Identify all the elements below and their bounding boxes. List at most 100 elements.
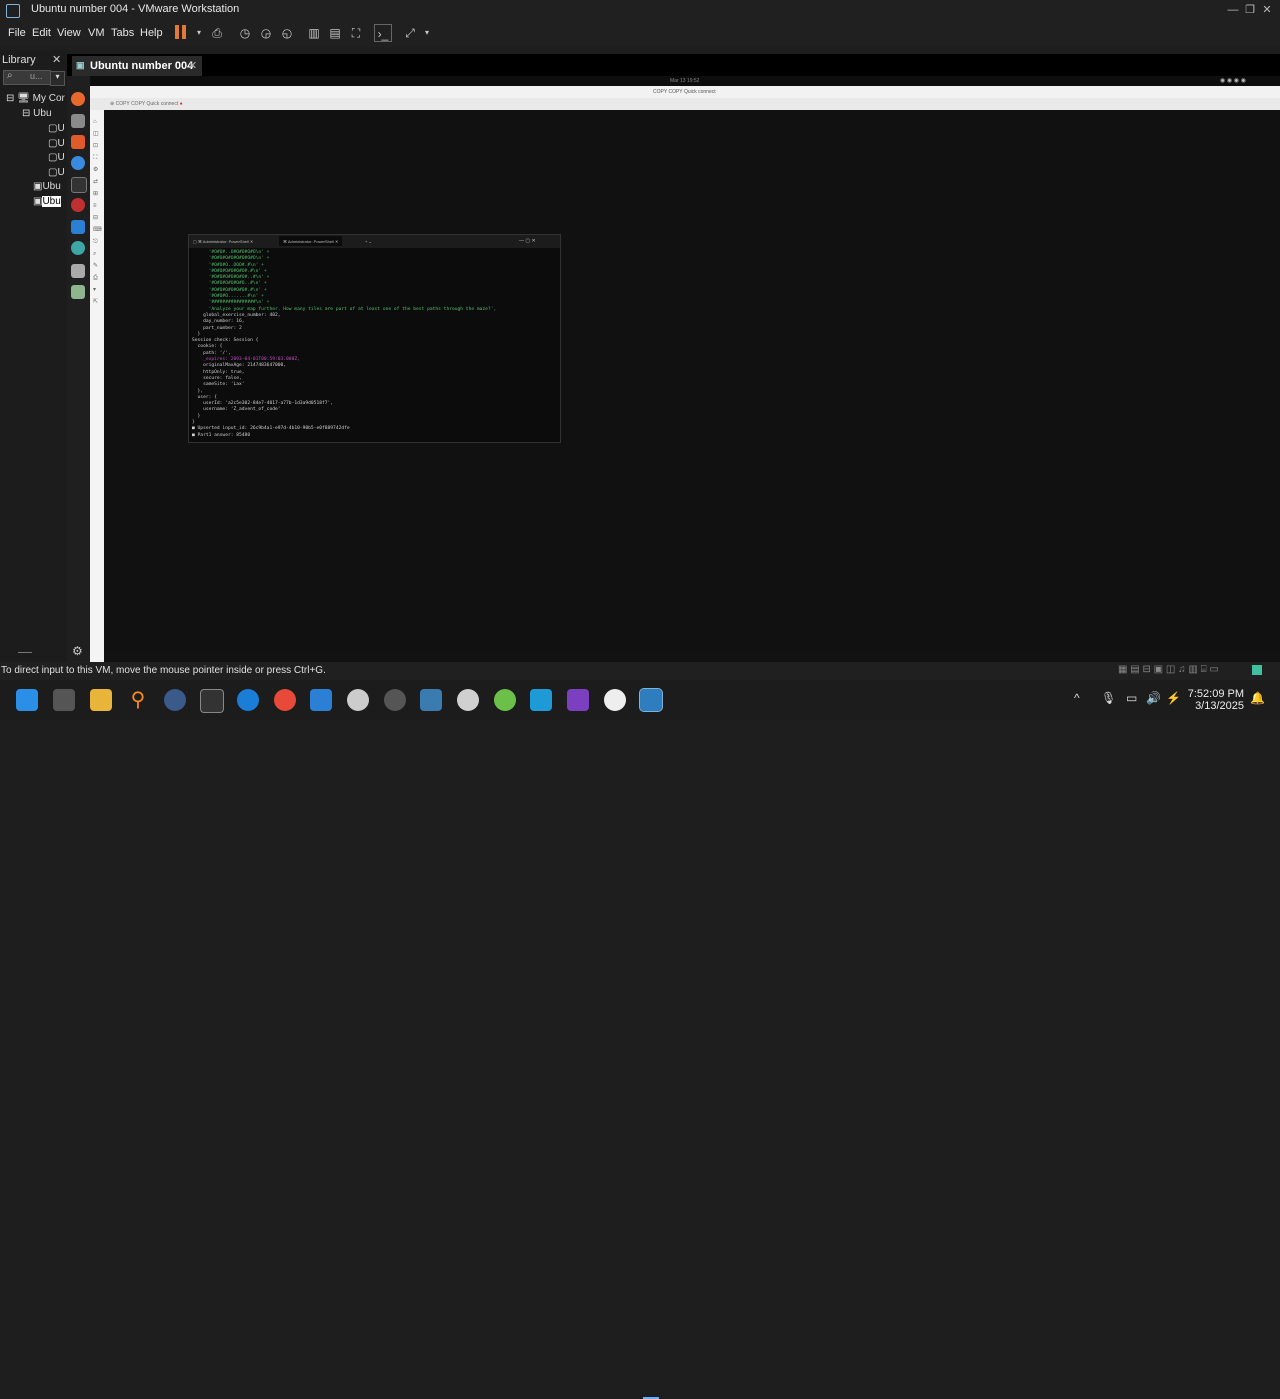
library-view-icon[interactable]: ▥: [305, 24, 323, 42]
tree-item-vm-7-selected[interactable]: ▣Ubu: [33, 196, 61, 207]
title-bar: Ubuntu number 004 - VMware Workstation —…: [0, 0, 1280, 20]
terminal-line: ■ Part1 answer: 85480: [192, 432, 251, 438]
library-search-input[interactable]: ⌕ u...: [3, 70, 51, 85]
rdp-tab[interactable]: ⊕ COPY COPY Quick connect ●: [110, 101, 183, 107]
system-tray-icons[interactable]: ◉ ◉ ◉ ◉: [1220, 77, 1246, 84]
window-title: Ubuntu number 004 - VMware Workstation: [31, 3, 240, 15]
tree-item-vm-4[interactable]: ▢U: [48, 152, 65, 163]
library-title: Library: [2, 54, 36, 66]
github-icon[interactable]: [457, 689, 479, 711]
powershell-window[interactable]: ▢ ⌘ Administrator: PowerShell ✕ ⌘ Admini…: [188, 234, 561, 443]
console-view-icon[interactable]: ›_: [374, 24, 392, 42]
minimize-button[interactable]: —: [1225, 2, 1241, 18]
app-icon-2[interactable]: [494, 689, 516, 711]
terminal-icon[interactable]: [71, 177, 87, 193]
tree-item-vm-3[interactable]: ▢U: [48, 138, 65, 149]
firefox-icon[interactable]: [71, 92, 85, 106]
send-keys-icon[interactable]: ⎙: [208, 24, 226, 42]
search-dropdown-icon[interactable]: ▾: [50, 71, 65, 86]
taskbar-clock[interactable]: 7:52:09 PM 3/13/2025: [1184, 688, 1244, 712]
start-icon[interactable]: [16, 689, 38, 711]
file-explorer-icon[interactable]: [90, 689, 112, 711]
settings-icon[interactable]: [384, 689, 406, 711]
close-tab-icon[interactable]: ✕: [188, 59, 197, 72]
network-app-icon[interactable]: [420, 689, 442, 711]
show-apps-icon[interactable]: ⚙: [72, 644, 83, 658]
menu-edit[interactable]: Edit: [32, 27, 51, 39]
chrome-icon[interactable]: [274, 689, 296, 711]
volume-icon[interactable]: 🔊: [1146, 691, 1161, 705]
menu-file[interactable]: File: [8, 27, 26, 39]
software-icon[interactable]: [71, 135, 85, 149]
thumbnail-view-icon[interactable]: ▤: [326, 24, 344, 42]
app-icon-1[interactable]: [164, 689, 186, 711]
menu-view[interactable]: View: [57, 27, 81, 39]
task-view-icon[interactable]: [53, 689, 75, 711]
vscode-icon[interactable]: [71, 220, 85, 234]
tree-item-my-computer[interactable]: ⊟ 🖥 My Cor: [6, 93, 65, 104]
tree-item-vm-2[interactable]: ▢U: [48, 123, 65, 134]
terminal-window-controls[interactable]: — ▢ ✕: [519, 238, 536, 244]
stretch-icon[interactable]: ⤢: [401, 24, 419, 42]
dev-app-icon[interactable]: [567, 689, 589, 711]
tab-ubuntu-number-004[interactable]: ▣ Ubuntu number 004 ✕: [72, 56, 202, 76]
gnome-top-bar: Mar 13 19:52 ◉ ◉ ◉ ◉: [90, 76, 1280, 86]
battery-icon[interactable]: ⚡: [1166, 691, 1181, 705]
vmware-app-icon: [6, 4, 20, 18]
vm-display[interactable]: ⚙ Mar 13 19:52 ◉ ◉ ◉ ◉ COPY COPY Quick c…: [67, 76, 1280, 662]
panel-resize-grip[interactable]: [18, 652, 32, 653]
snapshot-icon[interactable]: ◷: [236, 24, 254, 42]
vm-icon: ▣: [76, 60, 85, 70]
text-editor-icon[interactable]: [71, 264, 85, 278]
windows-remote-desktop[interactable]: ▢ ⌘ Administrator: PowerShell ✕ ⌘ Admini…: [104, 110, 1280, 650]
new-tab-icon[interactable]: + ⌄: [365, 239, 372, 244]
edge-icon[interactable]: [237, 689, 259, 711]
disk-icon[interactable]: [71, 285, 85, 299]
microphone-icon[interactable]: 🎙: [1101, 691, 1116, 705]
app-icon[interactable]: [71, 198, 85, 212]
menu-help[interactable]: Help: [140, 27, 163, 39]
search-icon: ⌕: [7, 70, 13, 81]
terminal-taskbar-icon[interactable]: [200, 689, 224, 713]
menu-bar: File Edit View VM Tabs Help ▾ ⎙ ◷ ◶ ◵ ▥ …: [0, 20, 1280, 47]
tray-overflow-icon[interactable]: ^: [1074, 691, 1080, 705]
remote-desktop-window: COPY COPY Quick connect ⊕ COPY COPY Quic…: [90, 86, 1280, 662]
menu-vm[interactable]: VM: [88, 27, 105, 39]
terminal-tab-bar: ▢ ⌘ Administrator: PowerShell ✕ ⌘ Admini…: [189, 235, 560, 248]
tree-item-vm-1[interactable]: ⊟ Ubu: [22, 108, 52, 119]
rdp-toolbar: ⌂ ◫ ⊡ ⛶ ⚙ ⇄ ⊞ ≡ ⊟ ⌨ ⎋ ⌕ ✎ ⎙ ▾ ⇱: [90, 110, 104, 662]
ubuntu-dock: ⚙: [67, 76, 90, 662]
remmina-icon[interactable]: [71, 241, 85, 255]
tree-item-vm-6[interactable]: ▣Ubu: [33, 181, 61, 192]
help-icon[interactable]: [71, 156, 85, 170]
library-close-icon[interactable]: ✕: [52, 53, 61, 66]
dropdown-arrow-icon[interactable]: ▾: [190, 24, 208, 42]
restore-button[interactable]: ❐: [1242, 2, 1258, 18]
files-icon[interactable]: [71, 114, 85, 128]
terminal-tab-1[interactable]: ▢ ⌘ Administrator: PowerShell ✕: [193, 239, 253, 244]
app-icon-3[interactable]: [530, 689, 552, 711]
vscode-taskbar-icon[interactable]: [310, 689, 332, 711]
stretch-dropdown-icon[interactable]: ▾: [418, 24, 436, 42]
tab-bar: [67, 54, 1280, 76]
clock-app-icon[interactable]: [347, 689, 369, 711]
terminal-tab-2[interactable]: ⌘ Administrator: PowerShell ✕: [279, 236, 343, 246]
notifications-bell-icon[interactable]: 🔔: [1250, 691, 1265, 705]
network-icon[interactable]: ▭: [1126, 691, 1137, 705]
snapshot-manager-icon[interactable]: ◵: [278, 24, 296, 42]
menu-tabs[interactable]: Tabs: [111, 27, 134, 39]
device-status-icons[interactable]: ▦ ▤ ⊟ ▣ ◫ ♫ ▥ ⌸ ▭: [1118, 664, 1219, 675]
notification-icon[interactable]: [1252, 665, 1262, 675]
close-window-button[interactable]: ✕: [1259, 2, 1275, 18]
revert-snapshot-icon[interactable]: ◶: [257, 24, 275, 42]
app-icon-4[interactable]: [604, 689, 626, 711]
pause-icon[interactable]: [175, 25, 187, 41]
terminal-output[interactable]: '#O#O#..O#O#O#O#O\n' + '#O#O#O#O#O#O#O#O…: [192, 250, 554, 440]
vmware-taskbar-icon[interactable]: [639, 688, 663, 712]
full-screen-icon[interactable]: ⛶: [347, 24, 365, 42]
library-panel: Library ✕ ⌕ u... ▾ ⊟ 🖥 My Cor ⊟ Ubu ▢U ▢…: [0, 50, 67, 662]
search-icon[interactable]: ⚲: [127, 689, 149, 711]
rdp-tab-strip: ⊕ COPY COPY Quick connect ●: [90, 98, 1280, 110]
tree-item-vm-5[interactable]: ▢U: [48, 167, 65, 178]
rdp-toolbar-icons[interactable]: ⌂ ◫ ⊡ ⛶ ⚙ ⇄ ⊞ ≡ ⊟ ⌨ ⎋ ⌕ ✎ ⎙ ▾ ⇱: [93, 116, 102, 308]
